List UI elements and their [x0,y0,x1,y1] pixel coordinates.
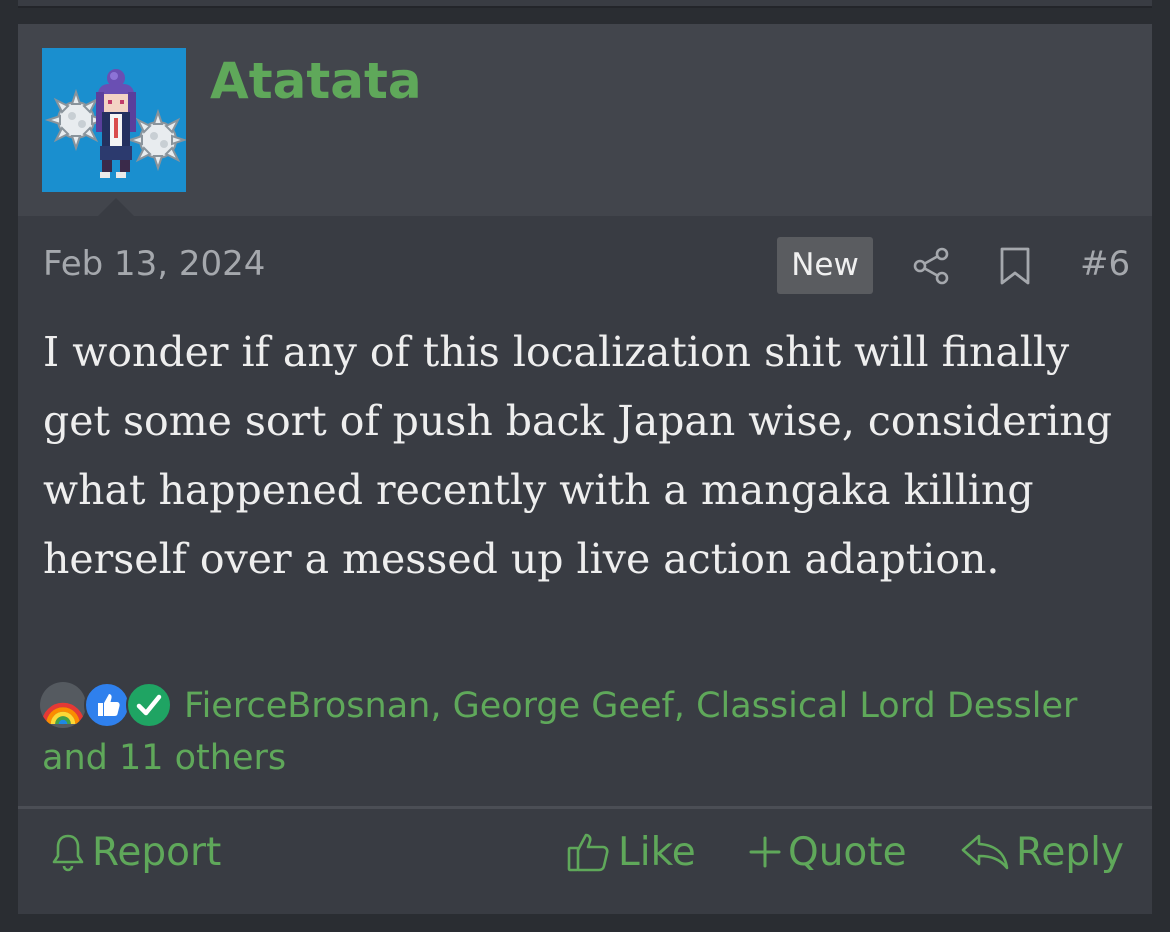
footer-divider [18,806,1152,809]
reaction-icons[interactable] [40,682,180,732]
reply-button[interactable]: Reply [960,824,1124,880]
avatar-sprite-image [42,48,186,192]
post-header: Atatata [18,24,1152,216]
post-body: I wonder if any of this localization shi… [43,328,1112,583]
report-button[interactable]: Report [50,824,221,880]
new-badge: New [777,237,873,294]
bell-icon [52,834,84,872]
username-link[interactable]: Atatata [210,52,422,110]
report-label: Report [92,829,222,875]
share-icon[interactable] [911,246,951,286]
forum-post: Atatata Feb 13, 2024 New #6 I wonder if … [18,24,1152,914]
rainbow-reaction-icon [40,682,86,728]
like-label: Like [618,829,696,875]
reaction-users-link[interactable]: FierceBrosnan, George Geef, Classical Lo… [42,680,1122,784]
quote-label: Quote [788,829,907,875]
reply-label: Reply [1016,829,1125,875]
agree-checkmark-reaction-icon [126,682,172,728]
left-spiky-ball [44,88,108,152]
bookmark-icon[interactable] [998,246,1032,286]
reactions-bar: FierceBrosnan, George Geef, Classical Lo… [40,680,1140,790]
right-spiky-ball [126,108,186,172]
like-button[interactable]: Like [566,824,696,880]
plus-icon [749,836,781,868]
previous-post-edge [18,0,1152,8]
avatar[interactable] [42,48,186,192]
quote-button[interactable]: Quote [748,824,907,880]
post-date[interactable]: Feb 13, 2024 [43,244,265,284]
header-pointer [98,198,134,216]
reply-arrow-icon [961,834,1009,870]
thumbs-up-icon [567,833,609,872]
like-reaction-icon [84,682,130,728]
post-number-link[interactable]: #6 [1080,244,1130,284]
